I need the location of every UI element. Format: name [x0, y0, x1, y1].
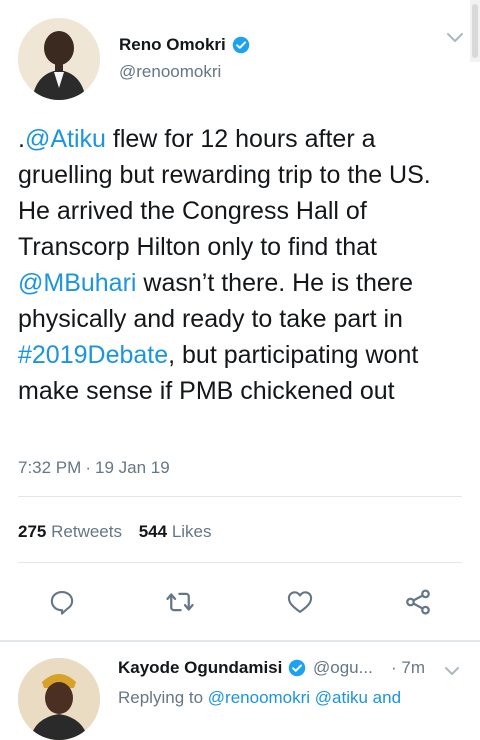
tweet-text: .@Atiku flew for 12 hours after a gruell…	[18, 121, 468, 409]
tweet-timestamp: 7:32 PM · 19 Jan 19	[18, 458, 170, 478]
reply-icon	[50, 591, 74, 615]
tweet-time: 7:32 PM	[18, 458, 82, 477]
hashtag-link-2019debate[interactable]: #2019Debate	[18, 341, 168, 369]
reply-avatar[interactable]	[18, 658, 100, 740]
separator: ·	[85, 458, 91, 477]
tweet-text-part: .	[18, 125, 25, 153]
chevron-down-icon[interactable]	[444, 666, 460, 676]
mention-link-atiku[interactable]: @Atiku	[25, 125, 106, 153]
reply-tweet[interactable]: Kayode Ogundamisi @ogu... · 7m Replying …	[0, 640, 480, 740]
replying-to: Replying to @renoomokri @atiku and	[118, 688, 401, 708]
author-name[interactable]: Reno Omokri	[119, 35, 226, 55]
replying-prefix: Replying to	[118, 688, 208, 707]
retweet-icon	[166, 592, 194, 612]
separator: ·	[391, 658, 397, 677]
tweet-actions	[0, 582, 480, 622]
replying-targets-link[interactable]: @renoomokri @atiku and	[208, 688, 401, 707]
tweet-date: 19 Jan 19	[94, 458, 170, 477]
share-button[interactable]	[398, 582, 438, 622]
like-icon	[287, 591, 313, 613]
divider	[18, 496, 462, 497]
share-icon	[406, 589, 430, 615]
reply-time: · 7m	[391, 658, 425, 678]
verified-badge-icon	[232, 36, 249, 54]
retweet-button[interactable]	[160, 582, 200, 622]
avatar-photo	[18, 18, 100, 100]
divider	[18, 562, 462, 563]
likes-label: Likes	[171, 522, 212, 541]
retweets-count: 275	[18, 522, 47, 541]
chevron-down-icon[interactable]	[446, 32, 464, 44]
reply-author-name[interactable]: Kayode Ogundamisi	[118, 658, 282, 678]
scrollbar-thumb[interactable]	[472, 4, 478, 58]
author-handle[interactable]: @renoomokri	[119, 62, 221, 82]
reply-author-handle[interactable]: @ogu...	[313, 658, 373, 678]
likes-count: 544	[138, 522, 168, 541]
retweets-label: Retweets	[51, 522, 122, 541]
tweet-stats: 275 Retweets 544 Likes	[18, 522, 212, 542]
reply-button[interactable]	[42, 582, 82, 622]
like-button[interactable]	[280, 582, 320, 622]
reply-time-value: 7m	[401, 658, 426, 677]
mention-link-mbuhari[interactable]: @MBuhari	[18, 269, 136, 297]
verified-badge-icon	[288, 659, 306, 677]
likes-stat[interactable]: 544 Likes	[139, 522, 212, 541]
avatar[interactable]	[18, 18, 100, 100]
retweets-stat[interactable]: 275 Retweets	[18, 522, 122, 541]
tweet-header: Reno Omokri @renoomokri	[18, 18, 464, 100]
reply-avatar-photo	[18, 658, 100, 740]
